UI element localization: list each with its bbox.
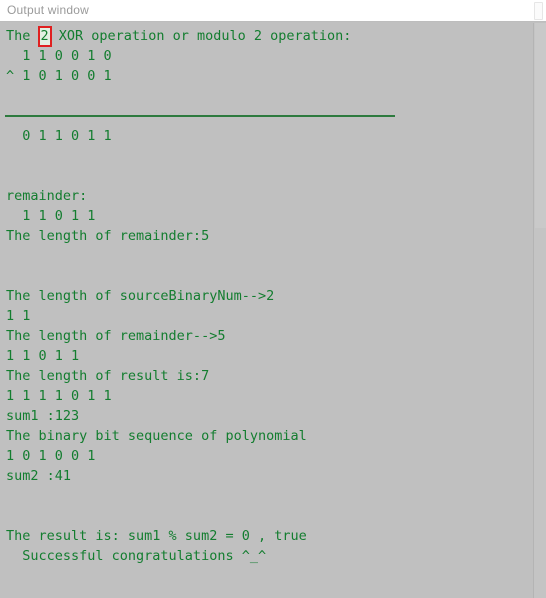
console-line: The length of result is:7 — [6, 368, 210, 384]
console-line: The binary bit sequence of polynomial — [6, 428, 307, 444]
console-line: The length of sourceBinaryNum-->2 — [6, 288, 275, 304]
separator-rule-bar — [5, 115, 395, 117]
highlighted-token: 2 — [37, 26, 52, 47]
console-line: The length of remainder-->5 — [6, 328, 226, 344]
console-line: The 2 XOR operation or modulo 2 operatio… — [6, 26, 352, 47]
console-line: sum2 :41 — [6, 468, 72, 484]
console-line: ^ 1 0 1 0 0 1 — [6, 68, 112, 84]
console-line: 1 1 — [6, 308, 31, 324]
console-output-area[interactable]: The 2 XOR operation or modulo 2 operatio… — [0, 23, 546, 598]
console-line: 1 1 0 0 1 0 — [6, 48, 112, 64]
console-line: 1 1 0 1 1 — [6, 348, 80, 364]
console-line-list: The 2 XOR operation or modulo 2 operatio… — [0, 26, 533, 598]
separator-rule — [0, 106, 533, 126]
console-line: remainder: — [6, 188, 88, 204]
scrollbar-thumb[interactable] — [535, 23, 546, 228]
vertical-scrollbar[interactable] — [533, 23, 546, 598]
window-title: Output window — [7, 3, 89, 17]
window-titlebar: Output window — [0, 0, 546, 22]
output-window: Output window The 2 XOR operation or mod… — [0, 0, 546, 598]
console-line: 1 1 1 1 0 1 1 — [6, 388, 112, 404]
scrollbar-top-cap[interactable] — [534, 2, 543, 20]
console-line: The length of remainder:5 — [6, 228, 210, 244]
console-line: Successful congratulations ^_^ — [6, 548, 267, 564]
console-line: sum1 :123 — [6, 408, 80, 424]
console-line: 1 0 1 0 0 1 — [6, 448, 96, 464]
console-line: The result is: sum1 % sum2 = 0 , true — [6, 528, 307, 544]
console-line: 0 1 1 0 1 1 — [6, 128, 112, 144]
console-line: 1 1 0 1 1 — [6, 208, 96, 224]
